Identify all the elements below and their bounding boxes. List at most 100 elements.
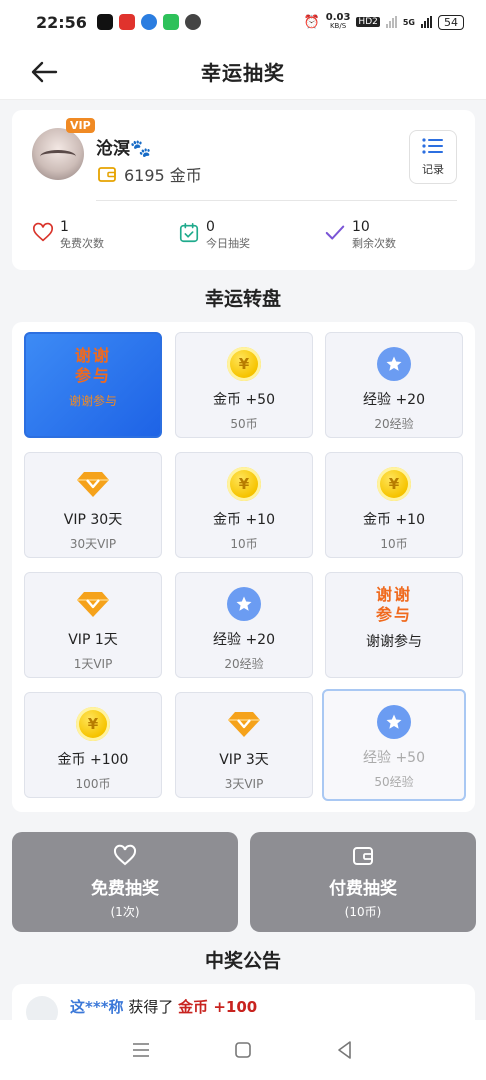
prize-detail: 50经验 <box>374 775 414 789</box>
prize-name: VIP 1天 <box>68 632 118 648</box>
prize-detail: 20经验 <box>374 417 414 431</box>
announcement-list: 这***称 获得了 金币 +100 <box>12 984 475 1024</box>
prize-detail: 100币 <box>75 777 111 791</box>
free-draw-count: (1次) <box>110 905 140 919</box>
prize-name: 谢谢参与 <box>366 634 422 650</box>
hd-icon: HD2 <box>356 17 380 27</box>
diamond-icon <box>76 587 110 621</box>
prize-name: 经验 +20 <box>213 632 275 648</box>
avatar-container: VIP <box>32 118 95 180</box>
page-title: 幸运抽奖 <box>201 61 285 85</box>
message-icon <box>162 14 179 30</box>
thanks-logo: 谢谢 参与 <box>74 346 111 385</box>
stat-label: 剩余次数 <box>352 237 396 250</box>
record-button[interactable]: 记录 <box>409 130 457 184</box>
network-type: 5G <box>402 17 415 27</box>
stat-value: 10 <box>352 219 370 235</box>
vip-badge: VIP <box>66 118 95 133</box>
back-arrow-icon[interactable] <box>30 60 58 84</box>
divider <box>96 200 457 201</box>
app-icon <box>140 14 157 30</box>
menu-icon[interactable] <box>129 1038 153 1062</box>
diamond-icon <box>227 707 261 741</box>
check-icon <box>325 225 345 240</box>
network-speed: 0.03 KB/S <box>325 12 351 31</box>
prize-name: VIP 30天 <box>63 512 123 528</box>
prize-name: 经验 +20 <box>363 392 425 408</box>
winner-name: 这***称 <box>70 998 124 1016</box>
star-icon <box>377 347 411 381</box>
alarm-icon: ⏰ <box>303 14 320 30</box>
prize-name: 经验 +50 <box>363 750 425 766</box>
thanks-logo: 谢谢 参与 <box>375 585 412 624</box>
app-icon <box>118 14 135 30</box>
prize-cell: VIP 30天 30天VIP <box>24 452 162 558</box>
prize-detail: 谢谢参与 <box>68 394 117 408</box>
star-icon <box>227 587 261 621</box>
announcement-item: 这***称 获得了 金币 +100 <box>70 996 257 1017</box>
stat-value: 1 <box>60 219 69 235</box>
signal-icon <box>385 16 397 28</box>
wechat-icon <box>184 14 201 30</box>
notification-icons <box>96 14 201 30</box>
paid-draw-cost: (10币) <box>344 905 382 919</box>
avatar[interactable] <box>32 128 84 180</box>
coin-icon: ¥ <box>377 467 411 501</box>
prize-detail: 10币 <box>230 537 258 551</box>
user-card: VIP 沧溟🐾 6195 金币 记录 1 免费次数 0 今日抽奖 10 剩余次数 <box>12 110 475 270</box>
prize-detail: 20经验 <box>224 657 264 671</box>
prize-cell: ¥ 金币 +10 10币 <box>325 452 463 558</box>
prize-cell: 谢谢 参与 谢谢参与 <box>24 332 162 438</box>
star-icon <box>377 705 411 739</box>
coin-balance: 6195 金币 <box>98 162 202 186</box>
free-draw-button[interactable]: 免费抽奖 (1次) <box>12 832 238 932</box>
prize-name: 金币 +100 <box>57 752 129 768</box>
prize-name: 金币 +10 <box>213 512 275 528</box>
heart-icon <box>113 844 137 866</box>
prize-detail: 3天VIP <box>224 777 264 791</box>
paid-draw-label: 付费抽奖 <box>329 879 397 899</box>
prize-cell: ¥ 金币 +100 100币 <box>24 692 162 798</box>
system-nav-bar <box>0 1020 486 1080</box>
page-header: 幸运抽奖 <box>0 44 486 100</box>
coin-amount: 6195 金币 <box>124 166 202 185</box>
coin-icon: ¥ <box>227 347 261 381</box>
calendar-check-icon <box>179 223 199 243</box>
prize-cell: ¥ 金币 +10 10币 <box>175 452 313 558</box>
prize-detail: 30天VIP <box>69 537 117 551</box>
prize-detail: 50币 <box>230 417 258 431</box>
heart-icon <box>33 222 53 242</box>
prize-grid: 谢谢 参与 谢谢参与 ¥ 金币 +50 50币 经验 +20 20经验 VIP 30天 30天V… <box>12 322 475 812</box>
paid-draw-button[interactable]: 付费抽奖 (10币) <box>250 832 476 932</box>
prize-detail: 1天VIP <box>73 657 113 671</box>
wallet-icon <box>353 847 373 865</box>
won-prize: 金币 +100 <box>178 998 258 1016</box>
username: 沧溟🐾 <box>96 139 152 159</box>
back-icon[interactable] <box>333 1038 357 1062</box>
prize-cell: 经验 +20 20经验 <box>175 572 313 678</box>
prize-cell: 经验 +20 20经验 <box>325 332 463 438</box>
prize-cell: 经验 +50 50经验 <box>322 689 466 801</box>
prize-cell: VIP 3天 3天VIP <box>175 692 313 798</box>
signal-icon <box>421 16 432 28</box>
list-icon <box>422 138 443 154</box>
wheel-title: 幸运转盘 <box>204 288 281 310</box>
prize-cell: 谢谢 参与 谢谢参与 <box>325 572 463 678</box>
diamond-icon <box>76 467 110 501</box>
stat-label: 今日抽奖 <box>206 237 250 250</box>
coin-icon: ¥ <box>227 467 261 501</box>
stat-free-count: 1 免费次数 <box>32 218 104 252</box>
prize-cell: ¥ 金币 +50 50币 <box>175 332 313 438</box>
stat-value: 0 <box>206 219 215 235</box>
home-icon[interactable] <box>231 1038 255 1062</box>
prize-name: 金币 +50 <box>213 392 275 408</box>
status-indicators: ⏰ 0.03 KB/S HD2 5G 54 <box>304 13 464 31</box>
wallet-icon <box>98 167 116 182</box>
stat-label: 免费次数 <box>60 237 104 250</box>
battery-icon: 54 <box>438 14 464 30</box>
status-bar: 22:56 ⏰ 0.03 KB/S HD2 5G 54 <box>0 0 486 44</box>
record-label: 记录 <box>422 163 444 176</box>
prize-name: VIP 3天 <box>219 752 269 768</box>
prize-name: 金币 +10 <box>363 512 425 528</box>
announcement-verb: 获得了 <box>123 998 179 1016</box>
